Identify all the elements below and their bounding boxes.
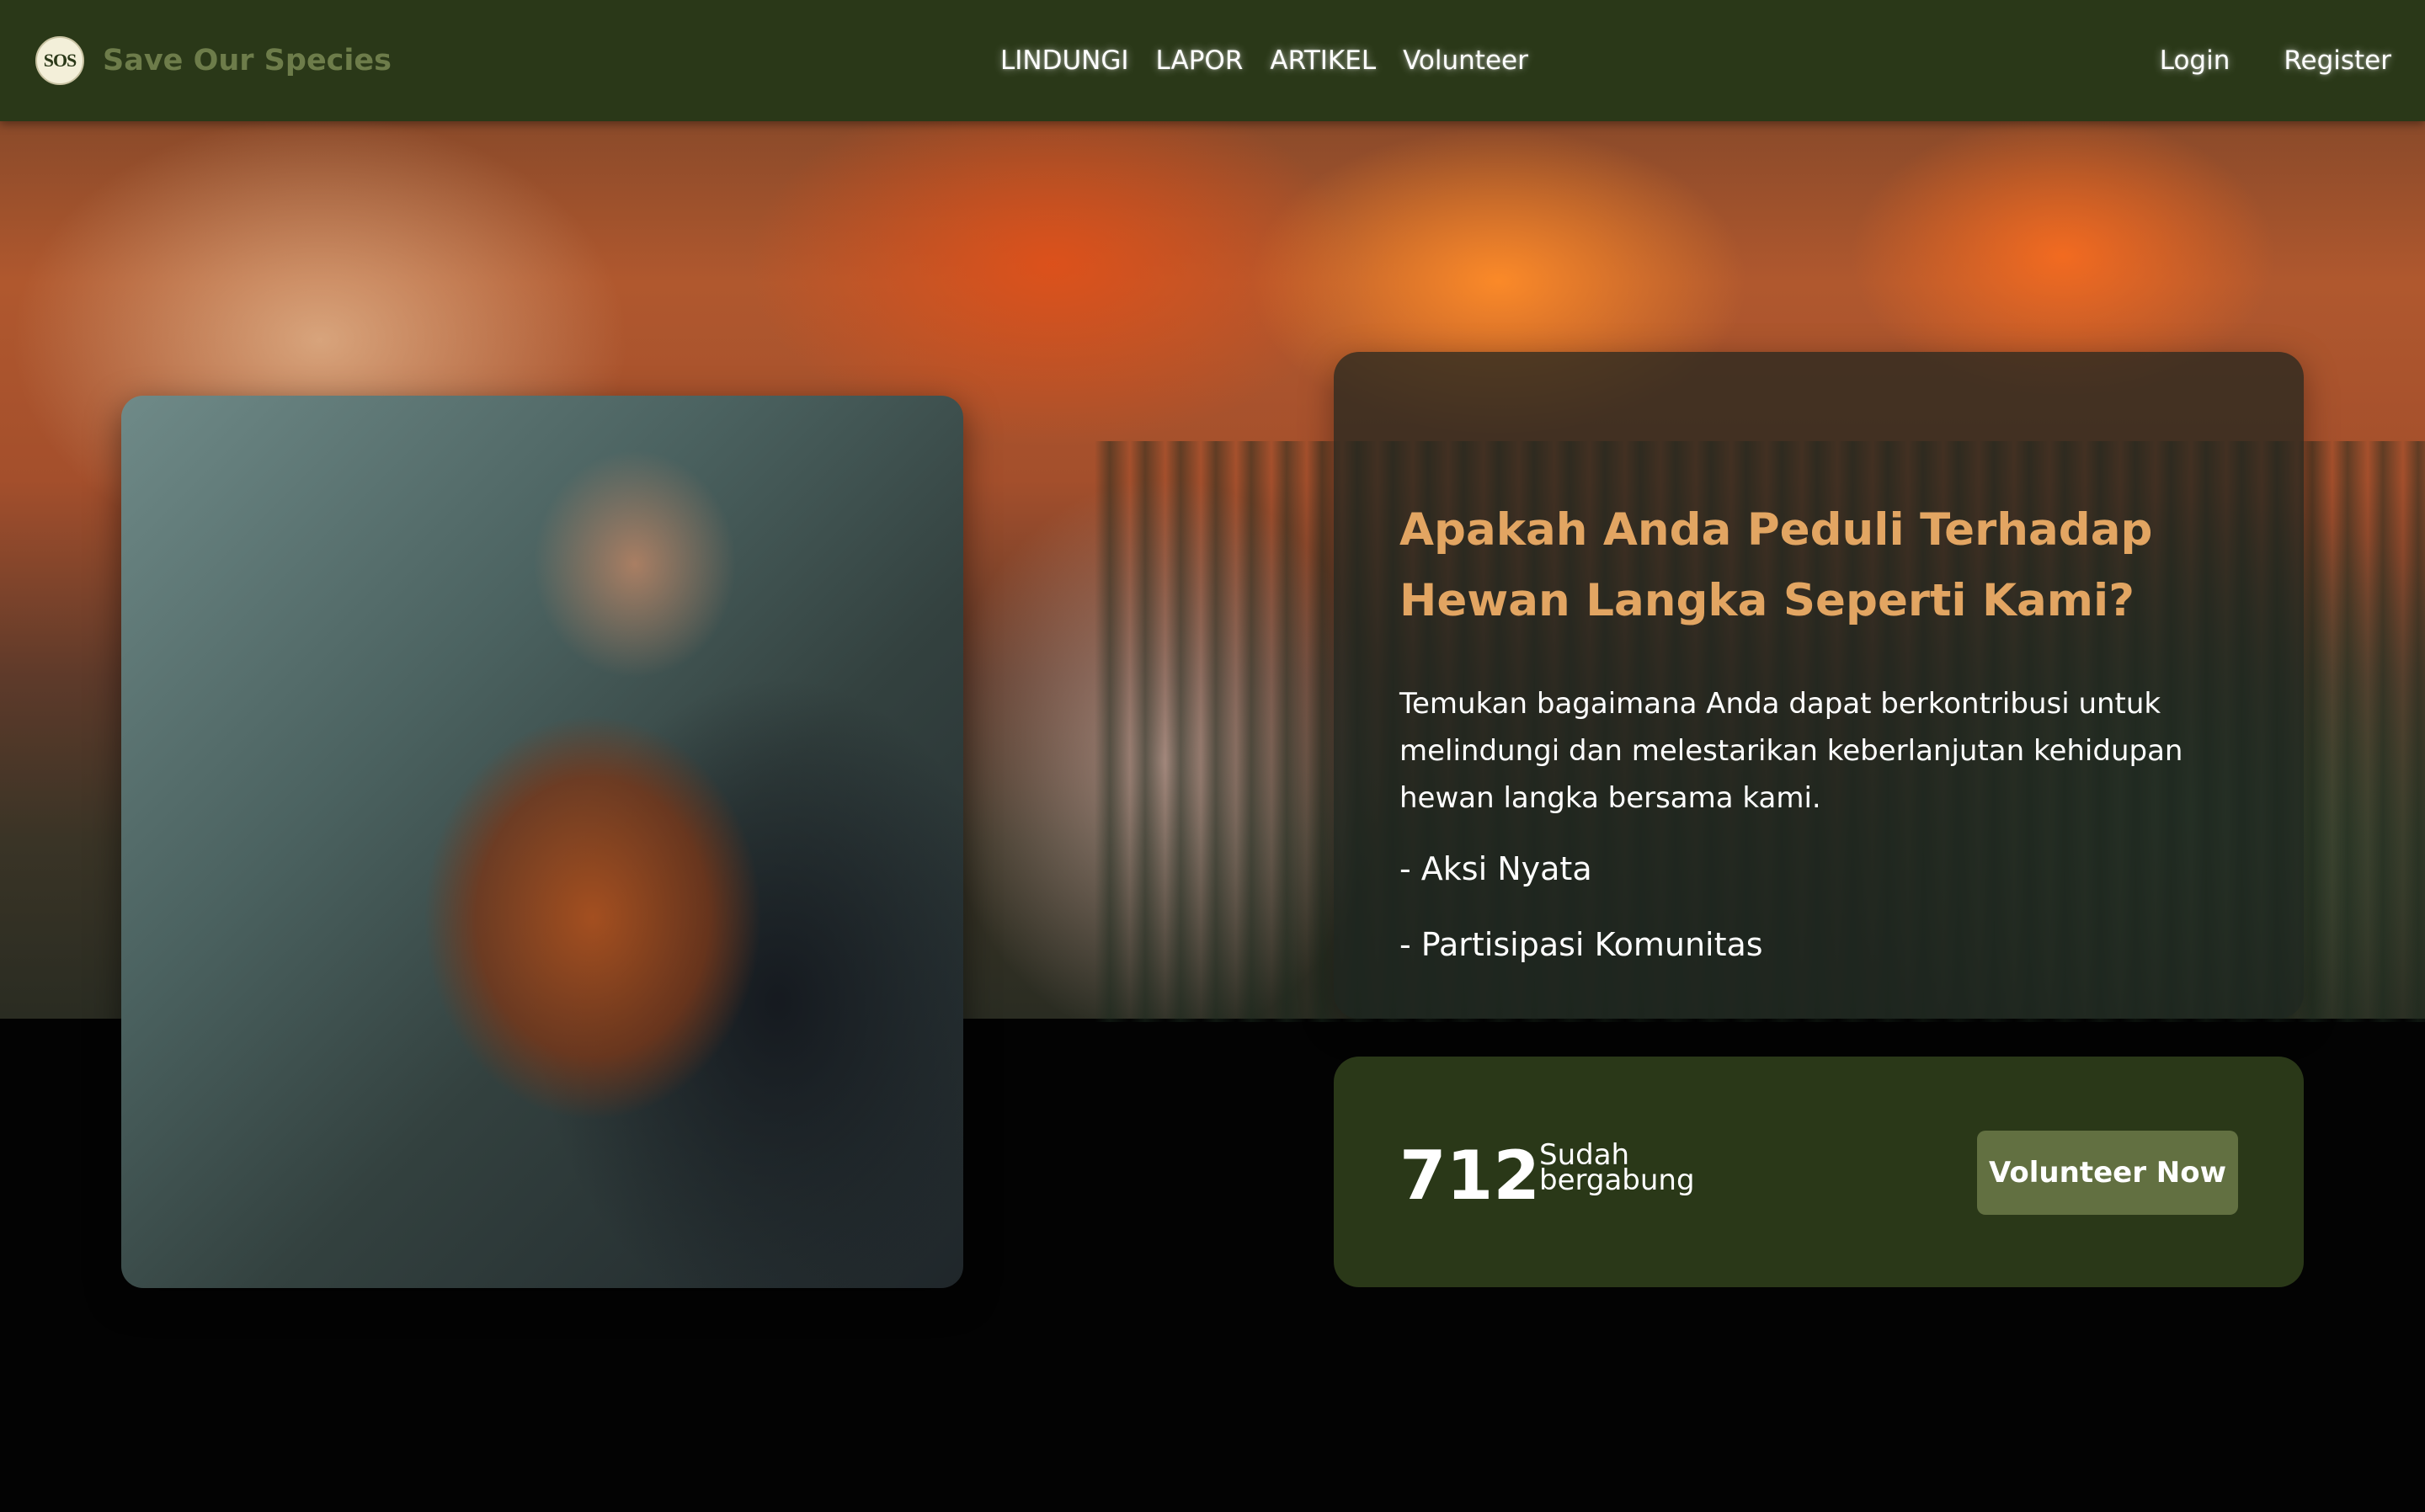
nav-link-lapor[interactable]: LAPOR <box>1156 45 1244 76</box>
volunteer-now-button[interactable]: Volunteer Now <box>1977 1131 2238 1215</box>
auth-links: Login Register <box>2160 40 2391 81</box>
volunteer-count: 712 <box>1399 1137 1540 1215</box>
top-navbar: SOS Save Our Species LINDUNGI LAPOR ARTI… <box>0 0 2425 121</box>
nav-link-volunteer[interactable]: Volunteer <box>1403 45 1528 76</box>
login-link[interactable]: Login <box>2160 45 2230 76</box>
nav-link-artikel[interactable]: ARTIKEL <box>1270 45 1376 76</box>
hero-description: Temukan bagaimana Anda dapat berkontribu… <box>1399 687 2183 815</box>
volunteer-count-label: Sudah bergabung <box>1539 1138 1695 1197</box>
register-link[interactable]: Register <box>2284 45 2391 76</box>
bullet-aksi-nyata: - Aksi Nyata <box>1399 850 1592 887</box>
bullet-partisipasi-komunitas: - Partisipasi Komunitas <box>1399 926 1763 963</box>
info-card: Apakah Anda Peduli Terhadap Hewan Langka… <box>1334 352 2304 1019</box>
nav-link-lindungi[interactable]: LINDUNGI <box>1000 45 1129 76</box>
brand[interactable]: SOS Save Our Species <box>35 35 392 86</box>
orangutan-rescue-photo <box>121 396 963 1288</box>
volunteer-stat-card: 712 Sudah bergabung Volunteer Now <box>1334 1057 2304 1287</box>
main-nav: LINDUNGI LAPOR ARTIKEL Volunteer <box>1000 40 1528 81</box>
sos-logo-icon[interactable]: SOS <box>35 36 84 85</box>
hero-title: Apakah Anda Peduli Terhadap Hewan Langka… <box>1399 504 2153 626</box>
brand-name[interactable]: Save Our Species <box>103 44 392 77</box>
